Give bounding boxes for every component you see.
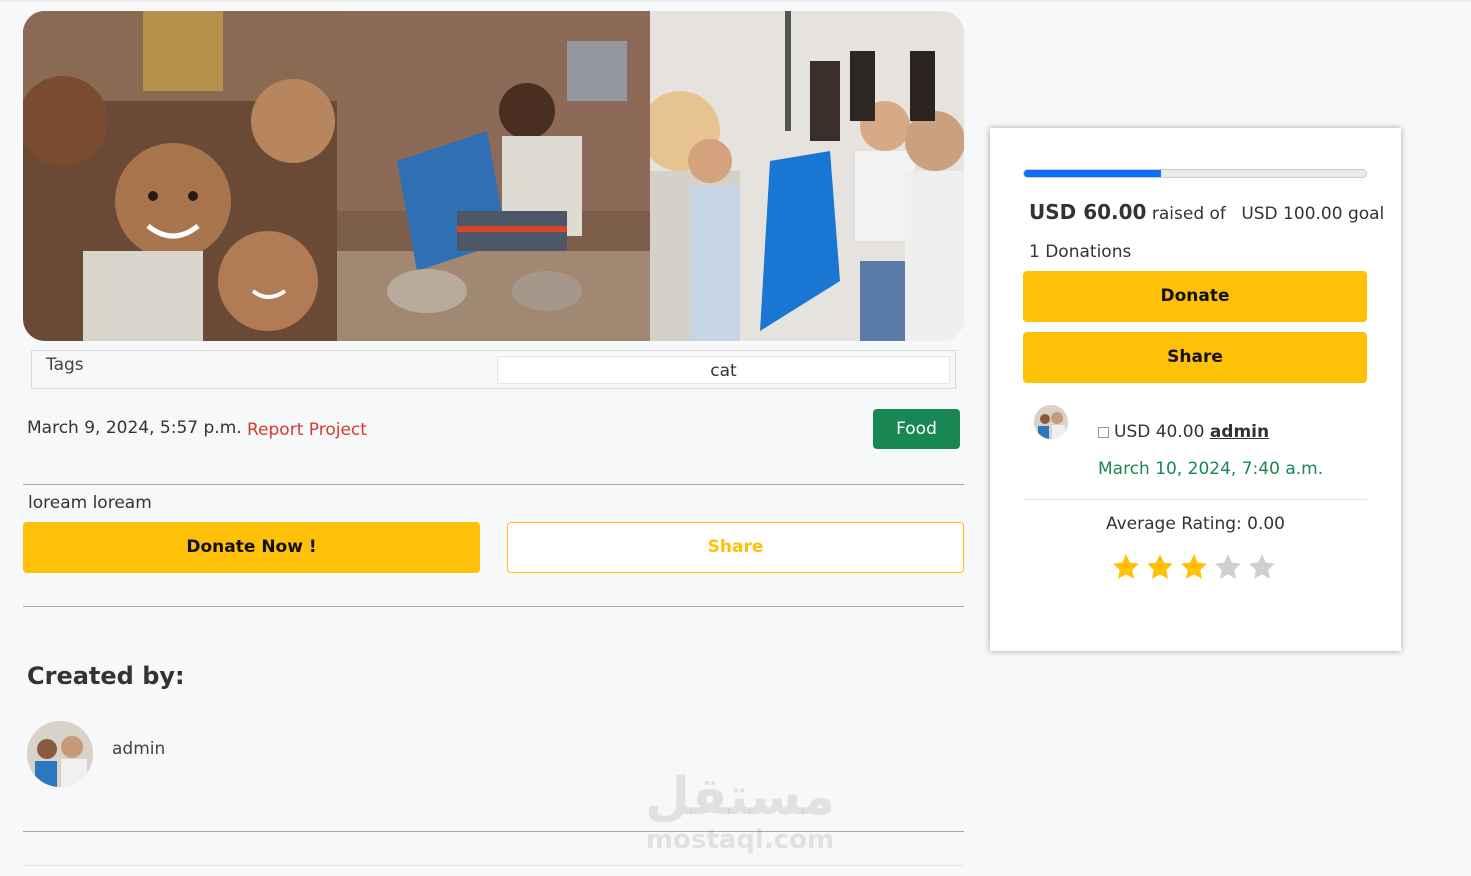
raised-summary: USD 60.00 raised of USD 100.00 goal bbox=[1029, 200, 1384, 224]
divider bbox=[23, 484, 964, 485]
goal-amount: USD 100.00 goal bbox=[1241, 204, 1385, 224]
watermark: مستقل mostaql.com bbox=[640, 768, 840, 854]
funding-progress-bar bbox=[1023, 169, 1367, 178]
divider bbox=[1023, 499, 1367, 500]
donor-link[interactable]: admin bbox=[1210, 422, 1269, 442]
category-badge[interactable]: Food bbox=[873, 409, 960, 449]
star-rating[interactable] bbox=[1111, 552, 1277, 582]
project-date: March 9, 2024, 5:57 p.m. bbox=[27, 418, 242, 438]
divider bbox=[23, 606, 964, 607]
star-icon[interactable] bbox=[1179, 552, 1209, 582]
tags-label: Tags bbox=[46, 355, 84, 375]
raised-amount: USD 60.00 bbox=[1029, 200, 1147, 224]
recent-donation: USD 40.00 admin bbox=[1098, 422, 1269, 442]
checkbox-icon bbox=[1098, 427, 1109, 438]
child-sitting-with-bag-photo bbox=[337, 11, 650, 341]
donation-summary-card: USD 60.00 raised of USD 100.00 goal 1 Do… bbox=[990, 128, 1401, 651]
share-button[interactable]: Share bbox=[507, 522, 964, 573]
star-icon[interactable] bbox=[1145, 552, 1175, 582]
star-icon[interactable] bbox=[1247, 552, 1277, 582]
donation-date: March 10, 2024, 7:40 a.m. bbox=[1098, 459, 1324, 479]
avatar[interactable] bbox=[1034, 405, 1068, 439]
star-icon[interactable] bbox=[1213, 552, 1243, 582]
star-icon[interactable] bbox=[1111, 552, 1141, 582]
created-by-heading: Created by: bbox=[27, 662, 185, 690]
project-description: loream loream bbox=[28, 493, 152, 513]
tag-chip[interactable]: cat bbox=[497, 356, 950, 384]
tags-row: Tags cat bbox=[31, 350, 956, 389]
avatar[interactable] bbox=[27, 721, 93, 787]
creator-name[interactable]: admin bbox=[112, 739, 165, 759]
donate-button[interactable]: Donate bbox=[1023, 271, 1367, 322]
donate-now-button[interactable]: Donate Now ! bbox=[23, 522, 480, 573]
raised-of-text: raised of bbox=[1151, 204, 1226, 224]
watermark-arabic: مستقل bbox=[644, 767, 836, 827]
donation-amount: USD 40.00 bbox=[1114, 422, 1205, 442]
divider bbox=[23, 865, 964, 866]
project-image-gallery bbox=[23, 11, 964, 341]
share-button[interactable]: Share bbox=[1023, 332, 1367, 383]
children-smiling-photo bbox=[23, 11, 337, 341]
volunteers-distributing-aid-photo bbox=[650, 11, 964, 341]
funding-progress-fill bbox=[1024, 170, 1161, 177]
report-project-link[interactable]: Report Project bbox=[247, 420, 367, 440]
top-border bbox=[0, 0, 1471, 2]
average-rating: Average Rating: 0.00 bbox=[1105, 514, 1285, 534]
donations-count: 1 Donations bbox=[1029, 242, 1132, 262]
watermark-latin: mostaql.com bbox=[645, 825, 835, 855]
